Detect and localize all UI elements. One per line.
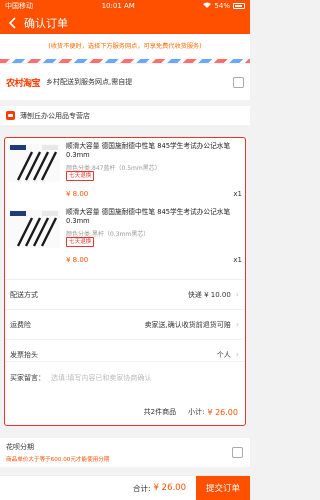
submit-order-button[interactable]: 提交订单 xyxy=(196,475,250,500)
rural-pickup-text: 乡村配送到服务网点,需自提 xyxy=(46,78,133,86)
back-button[interactable] xyxy=(4,15,20,31)
carrier-label: 中国移动 xyxy=(5,2,33,10)
order-card: 顺滑大容量 德国施耐德中性笔 845学生考试办公记水笔0.3mm 颜色分类:84… xyxy=(4,137,246,426)
installment-option[interactable]: 花呗分期 商品单价大于等于600.00元才能使用分期 xyxy=(0,438,250,467)
seven-day-return-badge: 七天退换 xyxy=(66,171,95,181)
wifi-icon xyxy=(203,2,212,10)
invoice-title-value: 个人 xyxy=(216,350,231,359)
shop-header[interactable]: 薄刨丘办公用品专营店 xyxy=(0,106,250,125)
product-image xyxy=(8,144,60,182)
page-title: 确认订单 xyxy=(24,17,68,30)
chevron-right-icon: › xyxy=(235,290,239,299)
shop-icon xyxy=(6,111,15,120)
seven-day-return-badge: 七天退换 xyxy=(66,237,95,247)
product-price: ¥ 8.00 xyxy=(66,256,89,264)
subtotal-label: 小计: xyxy=(188,408,205,416)
order-item[interactable]: 顺滑大容量 德国施耐德中性笔 845学生考试办公记水笔0.3mm 颜色分类:黑杆… xyxy=(8,206,244,268)
product-quantity: x1 xyxy=(233,256,242,264)
item-count: 共2件商品 xyxy=(143,408,177,416)
product-name: 顺滑大容量 德国施耐德中性笔 845学生考试办公记水笔0.3mm xyxy=(66,142,231,159)
buyer-message-row[interactable]: 买家留言： 选填:填写内容已和卖家协商确认 xyxy=(5,361,244,393)
rural-pickup-option[interactable]: 农村淘宝 乡村配送到服务网点,需自提 xyxy=(0,64,250,100)
status-bar: 中国移动 10:01 AM 54% xyxy=(0,0,250,12)
shipping-insurance-row[interactable]: 运费险 卖家送,确认收货前退货可赔 › xyxy=(5,309,244,339)
subtotal-amount: ¥ 26.00 xyxy=(207,407,238,417)
delivery-notice: (收货不便时，选择下方服务网点，可享免费代收货服务) xyxy=(0,34,250,59)
chevron-left-icon xyxy=(8,17,16,29)
total-label: 合计: xyxy=(133,483,151,493)
total-amount: ¥ 26.00 xyxy=(153,483,186,493)
address-stripe-divider xyxy=(0,59,250,63)
top-nav-bar: 确认订单 xyxy=(0,12,250,34)
shop-name: 薄刨丘办公用品专营店 xyxy=(20,111,90,120)
rural-pickup-checkbox[interactable] xyxy=(233,76,244,88)
order-summary: 共2件商品 小计: ¥ 26.00 xyxy=(5,401,244,423)
product-name: 顺滑大容量 德国施耐德中性笔 845学生考试办公记水笔0.3mm xyxy=(66,208,231,225)
shipping-insurance-value: 卖家送,确认收货前退货可赔 xyxy=(144,320,231,329)
product-quantity: x1 xyxy=(233,190,242,198)
installment-note: 商品单价大于等于600.00元才能使用分期 xyxy=(6,457,110,463)
chevron-right-icon: › xyxy=(235,320,239,329)
buyer-message-label: 买家留言： xyxy=(10,373,45,382)
checkout-bar: 合计: ¥ 26.00 提交订单 xyxy=(0,475,250,500)
shipping-insurance-label: 运费险 xyxy=(10,320,31,329)
delivery-method-label: 配送方式 xyxy=(10,290,38,299)
battery-icon xyxy=(232,3,245,9)
delivery-method-row[interactable]: 配送方式 快递 ¥ 10.00 › xyxy=(5,279,244,309)
cuntao-logo: 农村淘宝 xyxy=(6,78,41,89)
installment-title: 花呗分期 xyxy=(6,443,34,451)
status-indicators: 54% xyxy=(203,2,245,10)
product-price: ¥ 8.00 xyxy=(66,190,89,198)
battery-percent: 54% xyxy=(214,2,230,10)
delivery-method-value: 快递 ¥ 10.00 xyxy=(187,290,231,299)
buyer-message-input[interactable]: 选填:填写内容已和卖家协商确认 xyxy=(51,373,151,383)
order-item[interactable]: 顺滑大容量 德国施耐德中性笔 845学生考试办公记水笔0.3mm 颜色分类:84… xyxy=(8,140,244,202)
chevron-right-icon: › xyxy=(235,350,239,359)
product-image xyxy=(8,210,60,248)
installment-checkbox[interactable] xyxy=(232,447,243,458)
invoice-title-label: 发票抬头 xyxy=(10,350,38,359)
clock: 10:01 AM xyxy=(101,2,135,10)
